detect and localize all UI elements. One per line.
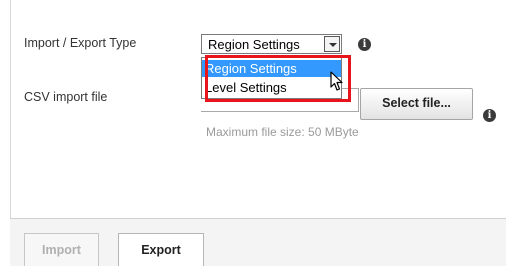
import-export-type-label: Import / Export Type <box>24 36 137 50</box>
info-icon[interactable]: i <box>483 109 496 122</box>
csv-import-file-label: CSV import file <box>24 90 108 104</box>
select-file-button[interactable]: Select file... <box>360 88 473 120</box>
mouse-cursor-icon <box>330 71 343 91</box>
chevron-down-icon[interactable] <box>324 36 340 52</box>
select-value: Region Settings <box>208 37 300 52</box>
info-icon[interactable]: i <box>358 38 371 51</box>
max-file-size-hint: Maximum file size: 50 MByte <box>206 125 359 139</box>
import-export-type-select[interactable]: Region Settings <box>201 34 342 54</box>
import-tab-button[interactable]: Import <box>24 233 99 266</box>
export-tab-button[interactable]: Export <box>118 233 204 266</box>
